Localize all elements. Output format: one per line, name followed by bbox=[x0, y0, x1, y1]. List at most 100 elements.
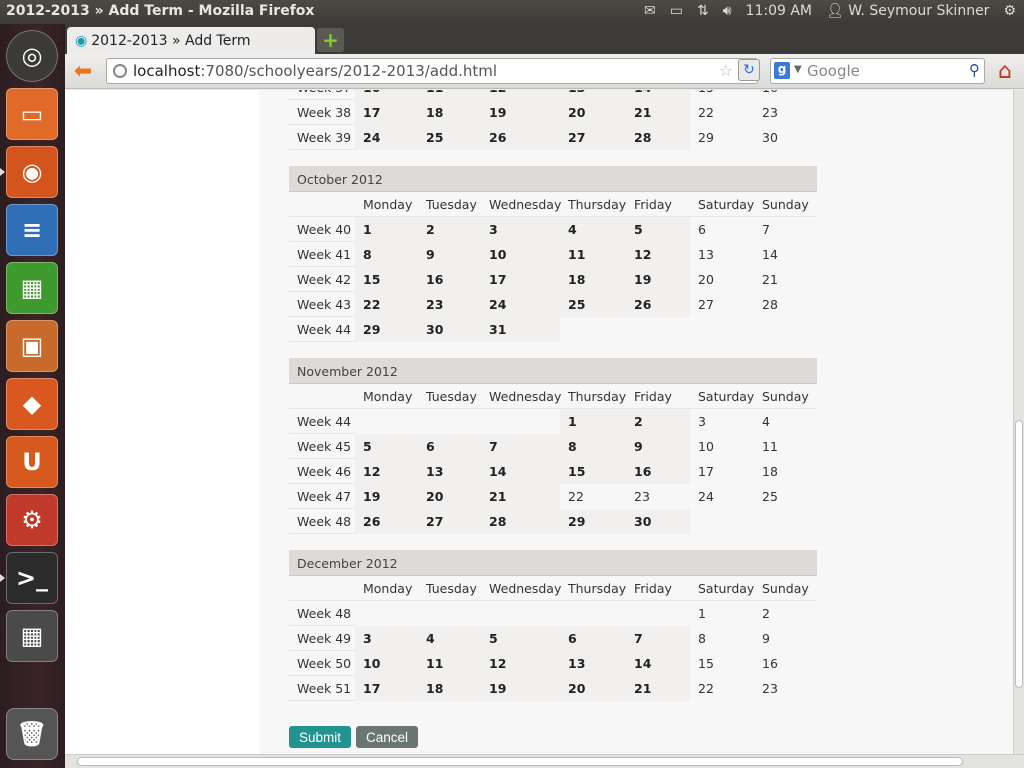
reload-button[interactable]: ↻ bbox=[738, 59, 760, 81]
day-cell[interactable]: 9 bbox=[754, 625, 817, 651]
day-cell[interactable]: 25 bbox=[754, 483, 817, 509]
term-day-cell[interactable]: 30 bbox=[626, 508, 690, 534]
day-cell[interactable]: 21 bbox=[754, 266, 817, 292]
term-day-cell[interactable]: 23 bbox=[418, 291, 481, 317]
day-cell[interactable]: 14 bbox=[754, 241, 817, 267]
term-day-cell[interactable]: 19 bbox=[626, 266, 690, 292]
day-cell[interactable]: 23 bbox=[626, 483, 690, 509]
term-day-cell[interactable]: 11 bbox=[560, 241, 626, 267]
term-day-cell[interactable]: 21 bbox=[481, 483, 560, 509]
submit-button[interactable]: Submit bbox=[289, 726, 352, 748]
files-icon[interactable]: ▭ bbox=[6, 88, 58, 140]
day-cell[interactable]: 15 bbox=[690, 90, 754, 100]
term-day-cell[interactable]: 25 bbox=[418, 124, 481, 150]
google-icon[interactable]: g bbox=[774, 62, 790, 79]
term-day-cell[interactable]: 12 bbox=[481, 650, 560, 676]
search-engine-dropdown-icon[interactable]: ▼ bbox=[794, 64, 802, 75]
term-day-cell[interactable]: 20 bbox=[560, 99, 626, 125]
term-day-cell[interactable]: 15 bbox=[355, 266, 418, 292]
term-day-cell[interactable]: 5 bbox=[355, 433, 418, 459]
day-cell[interactable]: 22 bbox=[690, 99, 754, 125]
term-day-cell[interactable]: 1 bbox=[355, 216, 418, 242]
term-day-cell[interactable]: 27 bbox=[560, 124, 626, 150]
back-button[interactable]: ⬅ bbox=[69, 59, 97, 84]
term-day-cell[interactable]: 5 bbox=[481, 625, 560, 651]
term-day-cell[interactable]: 24 bbox=[481, 291, 560, 317]
term-day-cell[interactable]: 1 bbox=[560, 408, 626, 434]
term-day-cell[interactable]: 3 bbox=[355, 625, 418, 651]
workspace-switcher-icon[interactable]: ▦ bbox=[6, 610, 58, 662]
term-day-cell[interactable]: 2 bbox=[626, 408, 690, 434]
term-day-cell[interactable]: 4 bbox=[560, 216, 626, 242]
system-settings-icon[interactable]: ⚙ bbox=[6, 494, 58, 546]
term-day-cell[interactable]: 14 bbox=[481, 458, 560, 484]
term-day-cell[interactable]: 18 bbox=[418, 675, 481, 701]
term-day-cell[interactable]: 6 bbox=[560, 625, 626, 651]
term-day-cell[interactable]: 25 bbox=[560, 291, 626, 317]
day-cell[interactable]: 4 bbox=[754, 408, 817, 434]
cancel-button[interactable]: Cancel bbox=[356, 726, 419, 748]
term-day-cell[interactable]: 21 bbox=[626, 675, 690, 701]
term-day-cell[interactable]: 4 bbox=[418, 625, 481, 651]
term-day-cell[interactable]: 19 bbox=[481, 675, 560, 701]
term-day-cell[interactable]: 3 bbox=[481, 216, 560, 242]
gear-icon[interactable]: ⚙ bbox=[1003, 3, 1016, 19]
term-day-cell[interactable]: 26 bbox=[481, 124, 560, 150]
term-day-cell[interactable]: 29 bbox=[355, 316, 418, 342]
day-cell[interactable]: 10 bbox=[690, 433, 754, 459]
bookmark-star-icon[interactable]: ☆ bbox=[719, 61, 733, 80]
term-day-cell[interactable]: 17 bbox=[481, 266, 560, 292]
term-day-cell[interactable]: 24 bbox=[355, 124, 418, 150]
term-day-cell[interactable]: 19 bbox=[355, 483, 418, 509]
search-icon[interactable]: ⚲ bbox=[969, 61, 980, 79]
day-cell[interactable]: 27 bbox=[690, 291, 754, 317]
term-day-cell[interactable]: 16 bbox=[626, 458, 690, 484]
ubuntu-one-icon[interactable]: U bbox=[6, 436, 58, 488]
term-day-cell[interactable]: 8 bbox=[560, 433, 626, 459]
horizontal-scrollbar[interactable] bbox=[65, 754, 1024, 768]
software-center-icon[interactable]: ◆ bbox=[6, 378, 58, 430]
day-cell[interactable]: 16 bbox=[754, 650, 817, 676]
term-day-cell[interactable]: 29 bbox=[560, 508, 626, 534]
ubuntu-icon[interactable]: ◎ bbox=[6, 30, 58, 82]
day-cell[interactable]: 15 bbox=[690, 650, 754, 676]
day-cell[interactable]: 6 bbox=[690, 216, 754, 242]
term-day-cell[interactable]: 11 bbox=[418, 650, 481, 676]
term-day-cell[interactable]: 26 bbox=[626, 291, 690, 317]
term-day-cell[interactable]: 14 bbox=[626, 90, 690, 100]
term-day-cell[interactable]: 12 bbox=[355, 458, 418, 484]
day-cell[interactable]: 17 bbox=[690, 458, 754, 484]
term-day-cell[interactable]: 28 bbox=[626, 124, 690, 150]
new-tab-button[interactable]: + bbox=[317, 28, 344, 52]
term-day-cell[interactable]: 12 bbox=[481, 90, 560, 100]
term-day-cell[interactable]: 9 bbox=[418, 241, 481, 267]
day-cell[interactable]: 20 bbox=[690, 266, 754, 292]
terminal-icon[interactable]: >_ bbox=[6, 552, 58, 604]
home-button[interactable]: ⌂ bbox=[992, 58, 1018, 84]
day-cell[interactable]: 16 bbox=[754, 90, 817, 100]
battery-icon[interactable]: ▭ bbox=[670, 3, 683, 19]
term-day-cell[interactable]: 17 bbox=[355, 99, 418, 125]
term-day-cell[interactable]: 11 bbox=[418, 90, 481, 100]
term-day-cell[interactable]: 18 bbox=[418, 99, 481, 125]
term-day-cell[interactable]: 20 bbox=[418, 483, 481, 509]
day-cell[interactable]: 7 bbox=[754, 216, 817, 242]
term-day-cell[interactable]: 13 bbox=[418, 458, 481, 484]
trash-icon[interactable]: 🗑︎ bbox=[6, 708, 58, 760]
vertical-scrollbar[interactable] bbox=[1013, 90, 1024, 754]
term-day-cell[interactable]: 7 bbox=[626, 625, 690, 651]
day-cell[interactable]: 18 bbox=[754, 458, 817, 484]
term-day-cell[interactable]: 26 bbox=[355, 508, 418, 534]
day-cell[interactable]: 23 bbox=[754, 675, 817, 701]
calc-icon[interactable]: ▦ bbox=[6, 262, 58, 314]
term-day-cell[interactable]: 30 bbox=[418, 316, 481, 342]
term-day-cell[interactable]: 8 bbox=[355, 241, 418, 267]
day-cell[interactable]: 2 bbox=[754, 600, 817, 626]
tab-add-term[interactable]: ◉ 2012-2013 » Add Term bbox=[67, 27, 315, 54]
term-day-cell[interactable]: 15 bbox=[560, 458, 626, 484]
day-cell[interactable]: 24 bbox=[690, 483, 754, 509]
volume-icon[interactable]: 🔊︎ bbox=[723, 3, 732, 19]
search-input[interactable]: g ▼ Google ⚲ bbox=[770, 58, 985, 84]
term-day-cell[interactable]: 22 bbox=[355, 291, 418, 317]
term-day-cell[interactable]: 10 bbox=[355, 90, 418, 100]
